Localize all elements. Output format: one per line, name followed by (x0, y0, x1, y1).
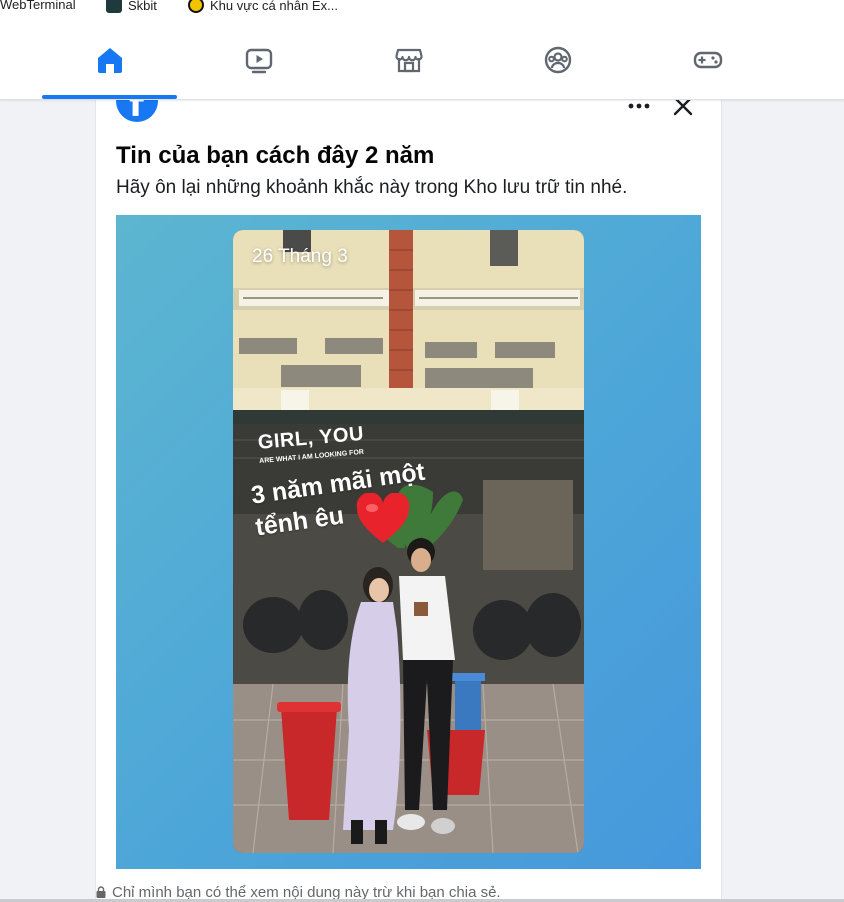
skbit-icon (106, 0, 122, 13)
tab-home[interactable] (90, 40, 130, 80)
gamepad-icon (693, 51, 723, 69)
story-preview-frame[interactable]: 26 Tháng 3 GIRL, YOU ARE WHAT I AM LOOKI… (116, 215, 701, 869)
lock-icon (96, 886, 106, 898)
home-icon (98, 48, 122, 73)
heart-sticker-icon (356, 493, 410, 543)
tab-marketplace[interactable] (389, 40, 429, 80)
active-tab-indicator (42, 95, 177, 99)
bookmarks-bar: WebTerminal Skbit Khu vực cá nhân Ex... (0, 0, 844, 16)
tab-gaming[interactable] (688, 40, 728, 80)
story-photo[interactable]: 26 Tháng 3 GIRL, YOU ARE WHAT I AM LOOKI… (233, 230, 584, 853)
top-navigation (0, 16, 844, 100)
marketplace-icon (395, 48, 423, 73)
bookmark-label: WebTerminal (0, 0, 76, 12)
bookmark-label: Skbit (128, 0, 157, 13)
story-date: 26 Tháng 3 (252, 246, 348, 267)
memory-subtitle: Hãy ôn lại những khoảnh khắc này trong K… (116, 177, 628, 198)
memory-card: f Tin của bạn cách đây 2 năm Hãy ôn lại … (95, 80, 722, 902)
tab-groups[interactable] (538, 40, 578, 80)
bookmark-webterminal[interactable]: WebTerminal (0, 0, 76, 12)
groups-icon (544, 46, 572, 74)
bookmark-skbit[interactable]: Skbit (106, 0, 157, 13)
bookmark-exness[interactable]: Khu vực cá nhân Ex... (188, 0, 338, 13)
exness-icon (188, 0, 204, 13)
tab-watch[interactable] (239, 40, 279, 80)
video-icon (245, 48, 273, 74)
memory-title: Tin của bạn cách đây 2 năm (116, 142, 435, 169)
bookmark-label: Khu vực cá nhân Ex... (210, 0, 338, 13)
